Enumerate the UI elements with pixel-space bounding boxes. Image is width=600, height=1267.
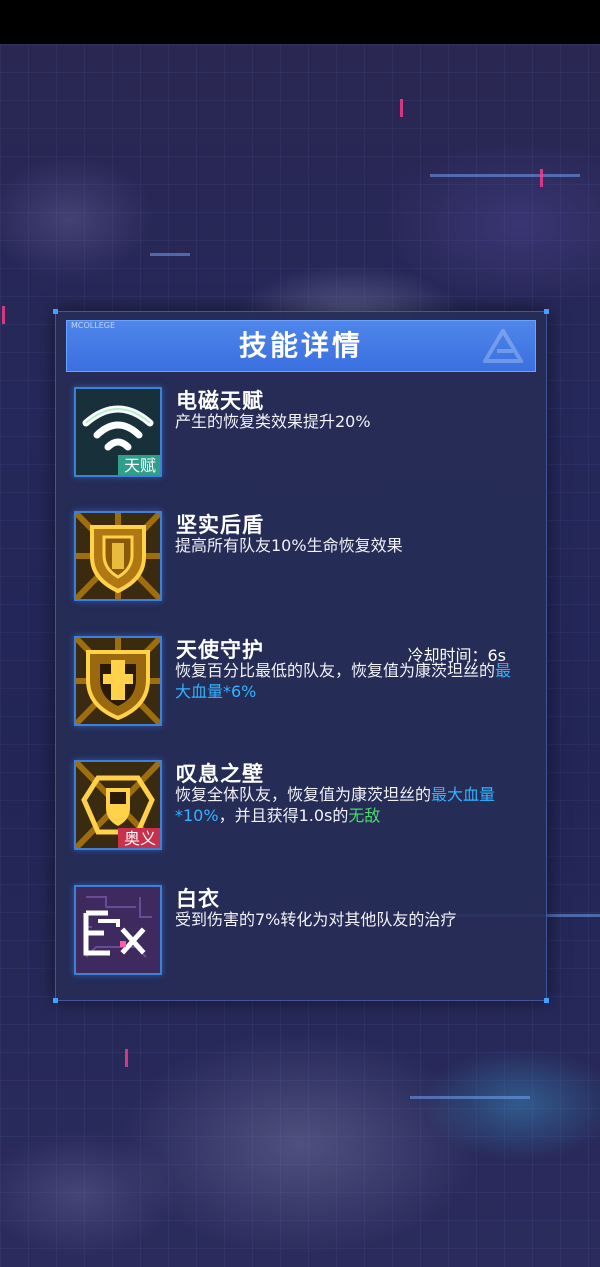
skill-item[interactable]: 坚实后盾 提高所有队友10%生命恢复效果 — [74, 511, 534, 607]
invincible-highlight: 无敌 — [348, 806, 381, 825]
skill-item[interactable]: 白衣 受到伤害的7%转化为对其他队友的治疗 — [74, 885, 534, 981]
skill-item[interactable]: 天赋 电磁天赋 产生的恢复类效果提升20% — [74, 387, 534, 483]
skill-description: 产生的恢复类效果提升20% — [175, 412, 371, 431]
skill-icon-frame[interactable] — [74, 511, 162, 601]
skill-description: 提高所有队友10%生命恢复效果 — [175, 536, 403, 555]
shield-icon — [76, 513, 160, 599]
skill-icon-frame[interactable] — [74, 885, 162, 975]
skill-icon-frame[interactable] — [74, 636, 162, 726]
panel-title: 技能详情 — [238, 329, 363, 362]
ex-icon — [76, 887, 160, 973]
talent-tag: 天赋 — [117, 455, 160, 475]
skill-description: 受到伤害的7%转化为对其他队友的治疗 — [175, 910, 457, 929]
skill-icon-frame[interactable]: 天赋 — [74, 387, 162, 477]
skill-description: 恢复百分比最低的队友，恢复值为康茨坦丝的最大血量*6% — [175, 661, 512, 701]
skill-item[interactable]: 天使守护 冷却时间：6s 恢复百分比最低的队友，恢复值为康茨坦丝的最大血量*6% — [74, 636, 534, 732]
guardian-shield-icon — [76, 638, 160, 724]
skill-description: 恢复全体队友，恢复值为康茨坦丝的最大血量*10%，并且获得1.0s的无敌 — [175, 785, 496, 825]
ultimate-tag: 奥义 — [117, 828, 160, 848]
skill-item[interactable]: 奥义 叹息之壁 恢复全体队友，恢复值为康茨坦丝的最大血量*10%，并且获得1.0… — [74, 760, 534, 856]
status-bar — [0, 0, 600, 44]
skill-icon-frame[interactable]: 奥义 — [74, 760, 162, 850]
triangle-logo-icon — [483, 329, 523, 363]
panel-header: MCOLLEGE 技能详情 — [66, 320, 536, 372]
